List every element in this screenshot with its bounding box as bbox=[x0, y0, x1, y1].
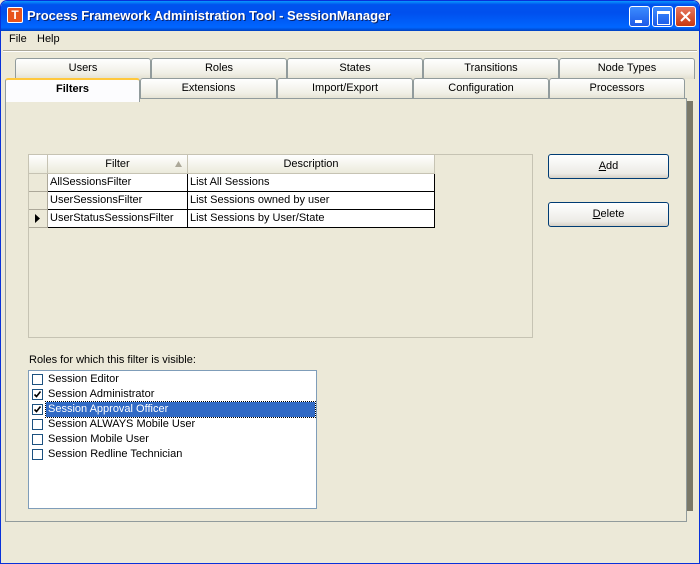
role-checkbox[interactable] bbox=[32, 449, 43, 460]
role-item[interactable]: Session ALWAYS Mobile User bbox=[30, 417, 315, 432]
checkmark-icon bbox=[33, 391, 42, 398]
role-item[interactable]: Session Redline Technician bbox=[30, 447, 315, 462]
grid-corner-header bbox=[29, 155, 48, 174]
role-label: Session Editor bbox=[48, 373, 119, 385]
delete-button-mnemonic: D bbox=[592, 208, 601, 220]
title-bar[interactable]: T Process Framework Administration Tool … bbox=[1, 1, 699, 31]
close-icon bbox=[680, 11, 691, 22]
close-button[interactable] bbox=[675, 6, 696, 27]
filters-grid[interactable]: Filter Description AllSessionsFilter Lis… bbox=[28, 154, 533, 338]
row-header[interactable] bbox=[29, 192, 48, 210]
roles-checklist[interactable]: Session Editor Session Administrator Ses… bbox=[28, 370, 317, 509]
tab-filters[interactable]: Filters bbox=[5, 78, 140, 102]
role-item[interactable]: Session Editor bbox=[30, 372, 315, 387]
cell-filter[interactable]: UserSessionsFilter bbox=[48, 192, 188, 210]
add-button-mnemonic: A bbox=[598, 160, 607, 172]
tab-configuration[interactable]: Configuration bbox=[413, 78, 549, 99]
cell-filter[interactable]: AllSessionsFilter bbox=[48, 174, 188, 192]
delete-button[interactable]: Delete bbox=[548, 202, 669, 227]
column-header-description[interactable]: Description bbox=[188, 155, 435, 174]
checkmark-icon bbox=[33, 406, 42, 413]
current-row-arrow-icon bbox=[35, 214, 40, 223]
role-checkbox[interactable] bbox=[32, 434, 43, 445]
window-title: Process Framework Administration Tool - … bbox=[27, 8, 391, 23]
menu-divider-highlight bbox=[3, 51, 697, 52]
app-icon[interactable]: T bbox=[7, 7, 23, 23]
role-label: Session Mobile User bbox=[48, 433, 149, 445]
role-label: Session Redline Technician bbox=[48, 448, 183, 460]
panel-shadow bbox=[687, 101, 693, 511]
column-header-filter-label: Filter bbox=[105, 158, 130, 170]
maximize-button[interactable] bbox=[652, 6, 673, 27]
add-button[interactable]: Add bbox=[548, 154, 669, 179]
tab-import-export[interactable]: Import/Export bbox=[277, 78, 413, 99]
role-checkbox[interactable] bbox=[32, 404, 43, 415]
tab-processors[interactable]: Processors bbox=[549, 78, 685, 99]
tab-roles[interactable]: Roles bbox=[151, 58, 287, 79]
add-button-label: dd bbox=[606, 160, 619, 172]
role-checkbox[interactable] bbox=[32, 389, 43, 400]
cell-description[interactable]: List All Sessions bbox=[188, 174, 435, 192]
row-header-current[interactable] bbox=[29, 210, 48, 228]
menu-help[interactable]: Help bbox=[37, 33, 60, 45]
tab-extensions[interactable]: Extensions bbox=[140, 78, 277, 99]
cell-filter[interactable]: UserStatusSessionsFilter bbox=[48, 210, 188, 228]
app-window: T Process Framework Administration Tool … bbox=[0, 0, 700, 564]
tab-users[interactable]: Users bbox=[15, 58, 151, 79]
column-header-filter[interactable]: Filter bbox=[48, 155, 188, 174]
cell-description[interactable]: List Sessions by User/State bbox=[188, 210, 435, 228]
role-label: Session ALWAYS Mobile User bbox=[48, 418, 196, 430]
menu-bar: File Help bbox=[1, 31, 699, 49]
role-checkbox[interactable] bbox=[32, 419, 43, 430]
delete-button-label: elete bbox=[600, 208, 625, 220]
minimize-button[interactable] bbox=[629, 6, 650, 27]
tab-transitions[interactable]: Transitions bbox=[423, 58, 559, 79]
tab-node-types[interactable]: Node Types bbox=[559, 58, 695, 79]
tab-states[interactable]: States bbox=[287, 58, 423, 79]
roles-label: Roles for which this filter is visible: bbox=[29, 354, 196, 366]
role-checkbox[interactable] bbox=[32, 374, 43, 385]
role-label: Session Administrator bbox=[48, 388, 155, 400]
row-header[interactable] bbox=[29, 174, 48, 192]
cell-description[interactable]: List Sessions owned by user bbox=[188, 192, 435, 210]
menu-file[interactable]: File bbox=[9, 33, 27, 45]
role-item[interactable]: Session Administrator bbox=[30, 387, 315, 402]
window-footer bbox=[1, 525, 699, 563]
sort-ascending-icon bbox=[175, 161, 182, 167]
role-item-selected[interactable]: Session Approval Officer bbox=[30, 401, 316, 418]
role-item[interactable]: Session Mobile User bbox=[30, 432, 315, 447]
role-label: Session Approval Officer bbox=[45, 401, 316, 418]
